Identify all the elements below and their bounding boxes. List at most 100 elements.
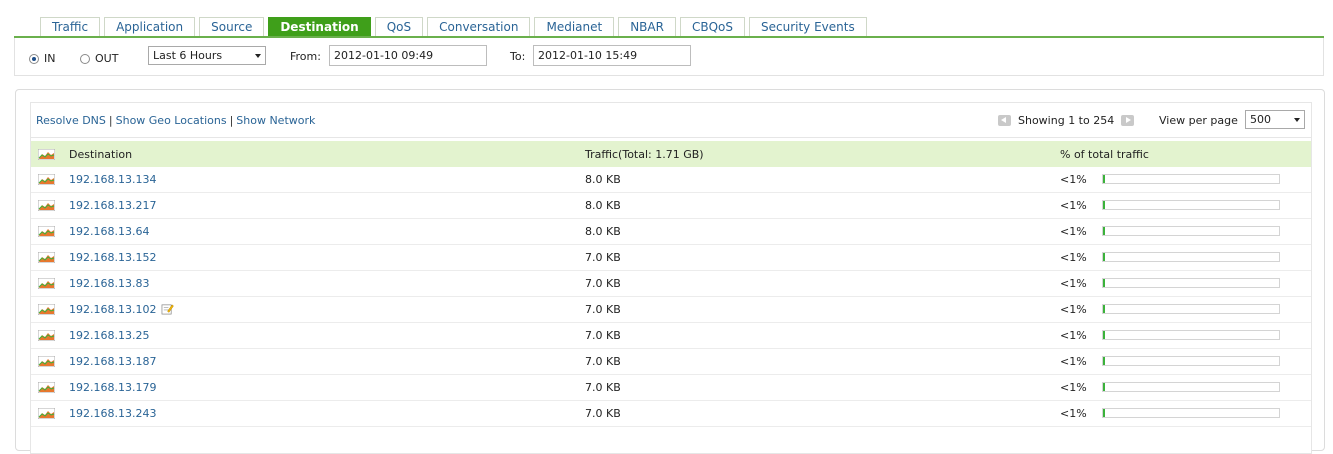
graph-icon — [38, 149, 55, 160]
tab-source[interactable]: Source — [199, 17, 265, 37]
traffic-cell: 8.0 KB — [585, 173, 621, 186]
period-value: Last 6 Hours — [153, 49, 223, 62]
tab-security-events[interactable]: Security Events — [748, 17, 867, 37]
destination-link[interactable]: 192.168.13.64 — [69, 225, 149, 238]
destination-link[interactable]: 192.168.13.179 — [69, 381, 156, 394]
results-panel: Resolve DNS | Show Geo Locations | Show Netw… — [15, 89, 1325, 454]
graph-icon[interactable] — [38, 174, 55, 185]
percent-cell: <1% — [1060, 355, 1087, 368]
graph-icon[interactable] — [38, 200, 55, 211]
destination-link[interactable]: 192.168.13.134 — [69, 173, 156, 186]
traffic-cell: 7.0 KB — [585, 381, 621, 394]
direction-in-radio[interactable]: IN — [29, 52, 55, 65]
traffic-share-bar — [1102, 174, 1280, 184]
tab-traffic[interactable]: Traffic — [40, 17, 101, 37]
traffic-share-bar — [1102, 226, 1280, 236]
separator: | — [108, 114, 113, 127]
tab-destination[interactable]: Destination — [268, 17, 371, 37]
traffic-share-fill — [1103, 253, 1105, 261]
destination-link[interactable]: 192.168.13.187 — [69, 355, 156, 368]
graph-icon[interactable] — [38, 278, 55, 289]
table-row: 192.168.13.217 8.0 KB <1% — [31, 193, 1311, 219]
destination-cell: 192.168.13.187 — [69, 355, 156, 368]
destination-link[interactable]: 192.168.13.152 — [69, 251, 156, 264]
separator: | — [229, 114, 234, 127]
view-per-page-select[interactable]: 500 — [1245, 110, 1305, 129]
percent-cell: <1% — [1060, 407, 1087, 420]
tab-medianet[interactable]: Medianet — [534, 17, 615, 37]
table-row: 192.168.13.187 7.0 KB <1% — [31, 349, 1311, 375]
destination-link[interactable]: 192.168.13.217 — [69, 199, 156, 212]
filter-bar: IN OUT Last 6 Hours From: To: — [14, 38, 1324, 76]
table-row: 192.168.13.102 7.0 KB <1% — [31, 297, 1311, 323]
tab-application[interactable]: Application — [104, 17, 196, 37]
traffic-share-fill — [1103, 201, 1105, 209]
percent-cell: <1% — [1060, 173, 1087, 186]
from-date-input[interactable] — [329, 45, 487, 66]
divider — [31, 137, 1311, 138]
prev-page-icon[interactable] — [998, 115, 1011, 126]
show-geo-locations-link[interactable]: Show Geo Locations — [116, 114, 227, 127]
tab-conversation[interactable]: Conversation — [427, 17, 531, 37]
traffic-cell: 7.0 KB — [585, 407, 621, 420]
results-table-container: Resolve DNS | Show Geo Locations | Show Netw… — [30, 102, 1312, 454]
radio-in-dot[interactable] — [29, 53, 39, 64]
graph-icon[interactable] — [38, 304, 55, 315]
destination-column-header[interactable]: Destination — [69, 148, 132, 161]
tab-cbqos[interactable]: CBQoS — [679, 17, 745, 37]
table-row: 192.168.13.243 7.0 KB <1% — [31, 401, 1311, 427]
percent-cell: <1% — [1060, 251, 1087, 264]
tab-qos[interactable]: QoS — [374, 17, 424, 37]
view-per-page-label: View per page — [1159, 114, 1238, 127]
traffic-share-fill — [1103, 227, 1105, 235]
destination-link[interactable]: 192.168.13.25 — [69, 329, 149, 342]
percent-column-header[interactable]: % of total traffic — [1060, 148, 1149, 161]
traffic-cell: 8.0 KB — [585, 199, 621, 212]
pager: Showing 1 to 254 — [998, 114, 1135, 127]
percent-cell: <1% — [1060, 225, 1087, 238]
destination-link[interactable]: 192.168.13.102 — [69, 303, 156, 316]
next-page-icon[interactable] — [1121, 115, 1135, 126]
traffic-share-bar — [1102, 200, 1280, 210]
traffic-share-bar — [1102, 252, 1280, 262]
note-edit-icon[interactable] — [161, 303, 175, 315]
traffic-cell: 7.0 KB — [585, 303, 621, 316]
show-network-link[interactable]: Show Network — [236, 114, 315, 127]
traffic-share-bar — [1102, 330, 1280, 340]
traffic-share-fill — [1103, 279, 1105, 287]
to-date-input[interactable] — [533, 45, 691, 66]
destination-link[interactable]: 192.168.13.83 — [69, 277, 149, 290]
graph-icon[interactable] — [38, 356, 55, 367]
period-select[interactable]: Last 6 Hours — [148, 46, 266, 65]
destination-cell: 192.168.13.25 — [69, 329, 149, 342]
view-per-page-value: 500 — [1250, 113, 1271, 126]
direction-out-radio[interactable]: OUT — [80, 52, 118, 65]
graph-icon[interactable] — [38, 408, 55, 419]
traffic-column-header[interactable]: Traffic(Total: 1.71 GB) — [585, 148, 704, 161]
radio-out-dot[interactable] — [80, 53, 90, 64]
table-body: 192.168.13.134 8.0 KB <1% 192.168.13.217 8.0… — [31, 167, 1311, 427]
table-row: 192.168.13.64 8.0 KB <1% — [31, 219, 1311, 245]
resolve-dns-link[interactable]: Resolve DNS — [36, 114, 106, 127]
to-label: To: — [510, 50, 526, 63]
destination-link[interactable]: 192.168.13.243 — [69, 407, 156, 420]
direction-in-label: IN — [44, 52, 56, 65]
destination-cell: 192.168.13.83 — [69, 277, 149, 290]
traffic-share-bar — [1102, 408, 1280, 418]
table-actions: Resolve DNS | Show Geo Locations | Show Netw… — [36, 114, 315, 127]
traffic-cell: 8.0 KB — [585, 225, 621, 238]
graph-icon[interactable] — [38, 226, 55, 237]
graph-icon[interactable] — [38, 252, 55, 263]
destination-cell: 192.168.13.152 — [69, 251, 156, 264]
destination-cell: 192.168.13.134 — [69, 173, 156, 186]
traffic-share-fill — [1103, 383, 1105, 391]
percent-cell: <1% — [1060, 277, 1087, 290]
table-row: 192.168.13.25 7.0 KB <1% — [31, 323, 1311, 349]
percent-cell: <1% — [1060, 381, 1087, 394]
graph-icon[interactable] — [38, 330, 55, 341]
traffic-cell: 7.0 KB — [585, 251, 621, 264]
graph-icon[interactable] — [38, 382, 55, 393]
tab-nbar[interactable]: NBAR — [618, 17, 676, 37]
direction-out-label: OUT — [95, 52, 119, 65]
table-row: 192.168.13.152 7.0 KB <1% — [31, 245, 1311, 271]
